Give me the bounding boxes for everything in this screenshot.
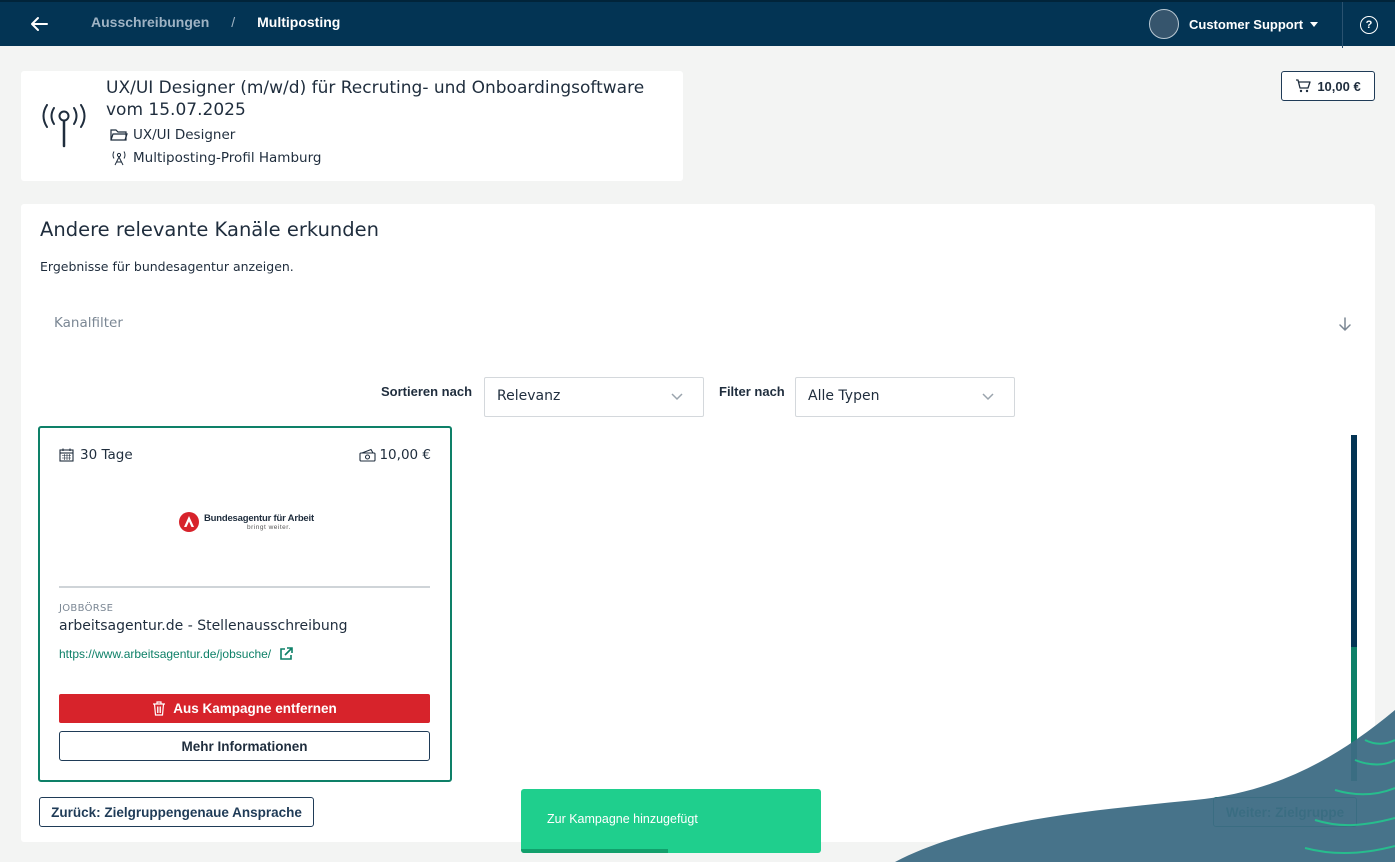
channel-name: arbeitsagentur.de - Stellenausschreibung: [59, 618, 348, 634]
cart-icon: [1296, 79, 1311, 93]
sort-select-value: Relevanz: [497, 388, 561, 404]
panel-title: Andere relevante Kanäle erkunden: [40, 218, 380, 241]
chevron-down-icon: [671, 393, 683, 401]
channel-url-text: https://www.arbeitsagentur.de/jobsuche/: [59, 647, 272, 661]
avatar: [1149, 9, 1179, 39]
trash-icon: [153, 701, 166, 716]
panel-subtitle: Ergebnisse für bundesagentur anzeigen.: [40, 259, 294, 274]
toast-message: Zur Kampagne hinzugefügt: [547, 812, 698, 826]
job-category: UX/UI Designer: [110, 127, 235, 143]
chevron-down-icon: [982, 393, 994, 401]
next-step-button[interactable]: Weiter: Zielgruppe: [1213, 797, 1357, 827]
top-navigation-bar: Ausschreibungen / Multiposting Customer …: [0, 0, 1395, 48]
channel-duration-text: 30 Tage: [80, 447, 133, 463]
external-link-icon: [280, 647, 293, 660]
sort-label: Sortieren nach: [381, 384, 473, 399]
job-summary-card: UX/UI Designer (m/w/d) für Recruting- un…: [21, 71, 683, 181]
channel-url-link[interactable]: https://www.arbeitsagentur.de/jobsuche/: [59, 647, 293, 661]
cart-total: 10,00 €: [1317, 78, 1361, 94]
channel-price-text: 10,00 €: [379, 447, 431, 463]
type-filter-select[interactable]: Alle Typen: [795, 377, 1015, 417]
broadcast-icon: [42, 104, 86, 148]
scrollbar-thumb[interactable]: [1351, 435, 1357, 647]
job-profile: Multiposting-Profil Hamburg: [110, 150, 321, 166]
channel-filter-toggle[interactable]: Kanalfilter: [40, 300, 1355, 350]
job-title: UX/UI Designer (m/w/d) für Recruting- un…: [106, 78, 645, 120]
previous-step-button[interactable]: Zurück: Zielgruppengenaue Ansprache: [39, 797, 314, 827]
breadcrumb: Ausschreibungen / Multiposting: [91, 14, 340, 30]
antenna-icon: [112, 151, 126, 166]
channel-price: 10,00 €: [359, 447, 431, 463]
explore-channels-panel: Andere relevante Kanäle erkunden Ergebni…: [21, 204, 1375, 842]
type-filter-value: Alle Typen: [808, 388, 880, 404]
arrow-left-icon: [31, 17, 48, 31]
channel-logo-name: Bundesagentur für Arbeit: [204, 513, 314, 524]
sort-select[interactable]: Relevanz: [484, 377, 704, 417]
cart-button[interactable]: 10,00 €: [1281, 71, 1375, 101]
money-icon: [359, 448, 377, 462]
channel-logo-slogan: bringt weiter.: [247, 524, 291, 531]
scrollbar[interactable]: [1351, 435, 1357, 781]
topbar-divider: [1342, 2, 1343, 48]
breadcrumb-ausschreibungen[interactable]: Ausschreibungen: [91, 14, 209, 30]
arrow-down-icon: [1339, 317, 1351, 331]
more-info-button[interactable]: Mehr Informationen: [59, 731, 430, 761]
job-category-text: UX/UI Designer: [133, 127, 236, 143]
channel-type: JOBBÖRSE: [59, 603, 114, 614]
remove-from-campaign-button[interactable]: Aus Kampagne entfernen: [59, 694, 430, 723]
channel-filter-label: Kanalfilter: [54, 315, 123, 331]
caret-down-icon: [1310, 21, 1319, 27]
help-icon[interactable]: ?: [1360, 16, 1378, 34]
calendar-icon: [59, 448, 74, 462]
channel-card: 30 Tage 10,00 € Bundesagentur für Arbeit…: [38, 426, 452, 782]
bundesagentur-logo-icon: [179, 512, 199, 532]
user-menu[interactable]: Customer Support: [1149, 9, 1319, 39]
toast-progress-bar: [521, 849, 668, 853]
channel-logo: Bundesagentur für Arbeit bringt weiter.: [179, 512, 314, 532]
channel-duration: 30 Tage: [59, 447, 133, 463]
user-name: Customer Support: [1189, 16, 1304, 32]
toast-notification: Zur Kampagne hinzugefügt: [521, 789, 821, 853]
filter-label: Filter nach: [719, 384, 785, 399]
job-profile-text: Multiposting-Profil Hamburg: [133, 150, 322, 166]
folder-icon: [110, 129, 128, 141]
back-button[interactable]: [24, 10, 54, 38]
channel-divider: [59, 586, 430, 588]
breadcrumb-current: Multiposting: [257, 14, 341, 30]
breadcrumb-separator: /: [231, 14, 236, 30]
remove-from-campaign-label: Aus Kampagne entfernen: [173, 701, 337, 716]
